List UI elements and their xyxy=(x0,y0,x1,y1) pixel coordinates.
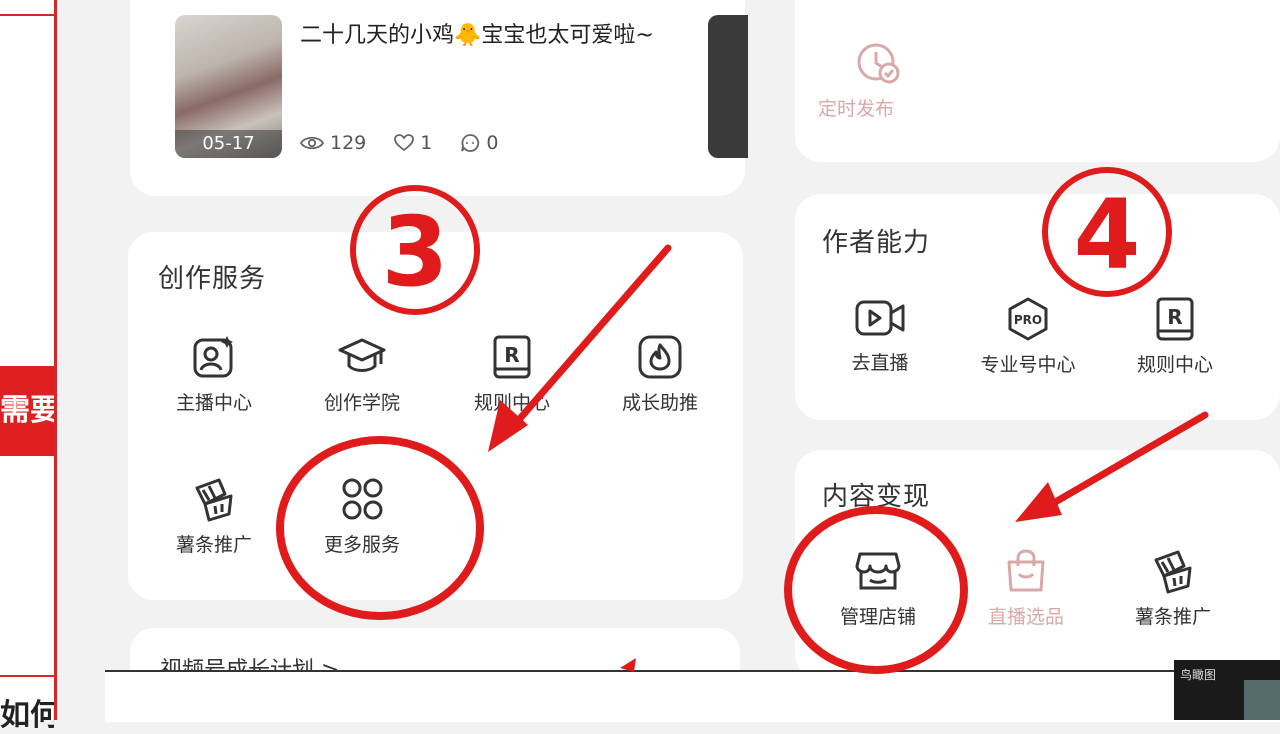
overview-thumbnail[interactable]: 鸟瞰图 xyxy=(1174,660,1280,720)
manage-shop-button[interactable]: 管理店铺 xyxy=(818,548,938,629)
growth-boost-button[interactable]: 成长助推 xyxy=(600,334,720,415)
svg-text:PRO: PRO xyxy=(1014,313,1042,327)
likes-stat: 1 xyxy=(394,132,432,154)
growth-plan-link[interactable]: 视频号成长计划 > xyxy=(160,652,339,670)
creation-academy-button[interactable]: 创作学院 xyxy=(302,334,422,415)
left-divider xyxy=(0,14,57,16)
anchor-center-label: 主播中心 xyxy=(175,392,252,414)
flame-icon xyxy=(638,335,682,379)
monetization-fries-label: 薯条推广 xyxy=(1134,606,1211,628)
grid-dots-icon xyxy=(342,478,383,520)
creation-services-title: 创作服务 xyxy=(158,264,267,294)
views-stat: 129 xyxy=(300,132,366,154)
video-stats: 129 1 0 xyxy=(300,132,498,154)
anchor-center-icon xyxy=(193,336,233,378)
anchor-center-button[interactable]: 主播中心 xyxy=(154,334,274,415)
left-strip: 需要 如何 xyxy=(0,0,57,733)
likes-count: 1 xyxy=(420,132,433,154)
go-live-button[interactable]: 去直播 xyxy=(820,296,940,375)
manage-shop-label: 管理店铺 xyxy=(839,606,916,628)
left-bottom-text: 如何 xyxy=(0,698,54,733)
more-services-label: 更多服务 xyxy=(323,534,400,556)
comment-icon xyxy=(461,134,480,152)
author-ability-title: 作者能力 xyxy=(822,228,931,258)
graduation-cap-icon xyxy=(338,338,386,372)
shop-icon xyxy=(855,552,901,590)
growth-boost-label: 成长助推 xyxy=(621,392,698,414)
rules-center-label: 规则中心 xyxy=(473,392,550,414)
heart-icon xyxy=(394,134,415,152)
fries-icon xyxy=(195,478,233,522)
fries-icon xyxy=(1154,550,1192,594)
monetization-fries-button[interactable]: 薯条推广 xyxy=(1113,548,1233,629)
scheduled-publish-button[interactable]: 定时发布 xyxy=(818,42,938,121)
content-monetization-title: 内容变现 xyxy=(822,482,931,512)
comments-count: 0 xyxy=(486,132,499,154)
more-services-button[interactable]: 更多服务 xyxy=(302,476,422,557)
left-divider xyxy=(0,675,57,677)
left-red-line xyxy=(54,0,57,720)
pro-badge-icon: PRO xyxy=(1008,297,1048,341)
fries-promotion-button[interactable]: 薯条推广 xyxy=(154,476,274,557)
rules-center-button[interactable]: R 规则中心 xyxy=(452,334,572,415)
author-rules-center-label: 规则中心 xyxy=(1136,354,1213,376)
eye-icon xyxy=(300,136,324,150)
video-thumbnail-next[interactable] xyxy=(708,15,748,158)
author-rules-center-button[interactable]: R 规则中心 xyxy=(1115,296,1235,377)
rulebook-icon: R xyxy=(1156,297,1194,341)
video-title[interactable]: 二十几天的小鸡🐥宝宝也太可爱啦~ xyxy=(300,18,680,54)
live-product-selection-label: 直播选品 xyxy=(987,606,1064,628)
pro-center-label: 专业号中心 xyxy=(980,354,1076,376)
go-live-label: 去直播 xyxy=(851,352,909,374)
pro-center-button[interactable]: PRO 专业号中心 xyxy=(968,296,1088,377)
shopping-bag-icon xyxy=(1007,549,1045,592)
creation-academy-label: 创作学院 xyxy=(323,392,400,414)
live-product-selection-button[interactable]: 直播选品 xyxy=(966,548,1086,629)
rulebook-icon: R xyxy=(493,335,531,379)
clock-check-icon xyxy=(857,43,900,84)
svg-text:R: R xyxy=(1167,305,1182,329)
views-count: 129 xyxy=(330,132,367,154)
video-thumbnail[interactable]: 05-17 xyxy=(175,15,282,158)
overview-label: 鸟瞰图 xyxy=(1180,668,1217,682)
overview-image xyxy=(1244,680,1280,720)
svg-text:R: R xyxy=(504,343,519,367)
left-banner: 需要 xyxy=(0,366,54,456)
fries-promotion-label: 薯条推广 xyxy=(175,534,252,556)
comments-stat: 0 xyxy=(460,132,498,154)
live-camera-icon xyxy=(855,300,905,336)
video-date: 05-17 xyxy=(175,130,282,158)
bottom-bar xyxy=(105,670,1280,722)
scheduled-publish-label: 定时发布 xyxy=(818,98,895,120)
